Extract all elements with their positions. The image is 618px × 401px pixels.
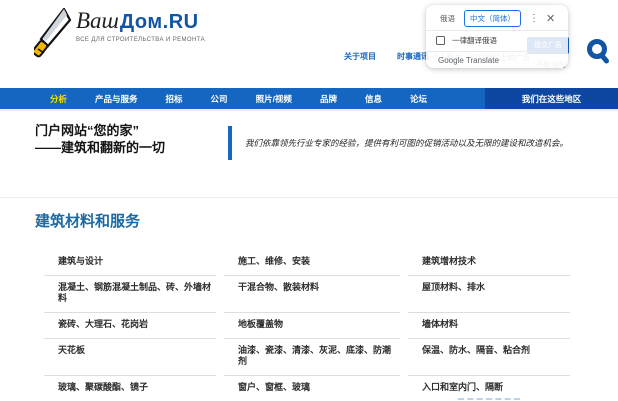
nav-item[interactable]: 分析 [36, 88, 81, 109]
site-logo[interactable]: Ваш Дом.RU ВСЕ ДЛЯ СТРОИТЕЛЬСТВА И РЕМОН… [31, 6, 205, 63]
nav-item[interactable]: 品牌 [306, 88, 351, 109]
page-title-line1: 门户网站“您的家” [35, 123, 140, 138]
close-icon[interactable]: ✕ [546, 12, 555, 25]
header: Ваш Дом.RU ВСЕ ДЛЯ СТРОИТЕЛЬСТВА И РЕМОН… [0, 0, 618, 88]
catalog-item[interactable]: 建筑增材技术 [408, 250, 570, 275]
section-divider [0, 197, 618, 198]
popup-divider [426, 51, 568, 52]
section-heading: 建筑材料和服务 [35, 213, 141, 230]
always-translate-checkbox[interactable] [436, 36, 445, 45]
catalog-item[interactable]: 保温、防水、隔音、粘合剂 [408, 337, 570, 375]
catalog-grid: 建筑与设计 施工、维修、安装 建筑增材技术混凝土、钢筋混凝土制品、砖、外墙材料 干混合… [44, 250, 578, 401]
always-translate-row: 一律翻译俄语 [436, 35, 497, 46]
nav-item[interactable]: 公司 [197, 88, 242, 109]
tab-chinese-selected[interactable]: 中文（简体） [464, 9, 521, 27]
catalog-item[interactable]: 瓷砖、大理石、花岗岩 [44, 312, 216, 338]
hero-description: 我们依靠领先行业专家的经验，提供有利可图的促销活动以及无限的建设和改造机会。 [228, 126, 588, 160]
catalog-item[interactable]: 地板覆盖物 [224, 312, 400, 338]
nav-item[interactable]: 信息 [351, 88, 396, 109]
catalog-item[interactable]: 干混合物、散装材料 [224, 274, 400, 312]
nav: 分析 产品与服务 招标 公司 照片/视频 品牌 信息 论坛 我们在这些地区 [0, 88, 618, 111]
logo-dom: Дом.RU [119, 11, 199, 33]
catalog-item[interactable]: 施工、维修、安装 [224, 250, 400, 275]
catalog-item[interactable]: 混凝土、钢筋混凝土制品、砖、外墙材料 [44, 274, 216, 312]
nav-item[interactable]: 照片/视频 [242, 88, 306, 109]
logo-tagline: ВСЕ ДЛЯ СТРОИТЕЛЬСТВА И РЕМОНТА [76, 37, 205, 43]
hero-description-text: 我们依靠领先行业专家的经验，提供有利可图的促销活动以及无限的建设和改造机会。 [245, 137, 569, 148]
search-icon[interactable] [586, 38, 611, 70]
catalog-item[interactable]: 油漆、瓷漆、清漆、灰泥、底漆、防潮剂 [224, 337, 400, 375]
google-translate-popup: 俄语 中文（简体） ⋮ ✕ 一律翻译俄语 Google Translate [426, 5, 568, 68]
nav-item[interactable]: 论坛 [396, 88, 441, 109]
catalog-item[interactable]: 建筑与设计 [44, 250, 216, 275]
always-translate-label: 一律翻译俄语 [452, 36, 497, 45]
logo-vash: Ваш [76, 8, 119, 33]
catalog-item[interactable]: 墙体材料 [408, 312, 570, 338]
header-link-newsletter[interactable]: 时事通讯 [397, 51, 429, 62]
header-link-about[interactable]: 关于项目 [344, 51, 376, 62]
trowel-icon [31, 6, 72, 63]
more-options-icon[interactable]: ⋮ [529, 13, 539, 24]
nav-item[interactable]: 我们在这些地区 [485, 88, 618, 109]
catalog-item[interactable]: 天花板 [44, 337, 216, 375]
translate-tabs: 俄语 中文（简体） ⋮ ✕ [426, 9, 568, 27]
page-title: 门户网站“您的家” ——建筑和翻新的一切 [35, 122, 165, 156]
catalog-item[interactable]: 窗户、窗框、玻璃 [224, 375, 400, 401]
tab-russian[interactable]: 俄语 [440, 13, 455, 24]
popup-divider [426, 30, 568, 31]
logo-text: Ваш Дом.RU ВСЕ ДЛЯ СТРОИТЕЛЬСТВА И РЕМОН… [76, 8, 205, 43]
catalog-item[interactable]: 入口和室内门、隔断 [408, 375, 570, 401]
google-translate-brand: Google Translate [438, 56, 499, 65]
nav-item[interactable]: 产品与服务 [81, 88, 152, 109]
catalog-item[interactable]: 屋顶材料、排水 [408, 274, 570, 312]
page-title-line2: ——建筑和翻新的一切 [35, 140, 166, 155]
nav-item[interactable]: 招标 [152, 88, 197, 109]
catalog-item[interactable]: 玻璃、聚碳酸酯、镜子 [44, 375, 216, 401]
page: Ваш Дом.RU ВСЕ ДЛЯ СТРОИТЕЛЬСТВА И РЕМОН… [0, 0, 618, 401]
